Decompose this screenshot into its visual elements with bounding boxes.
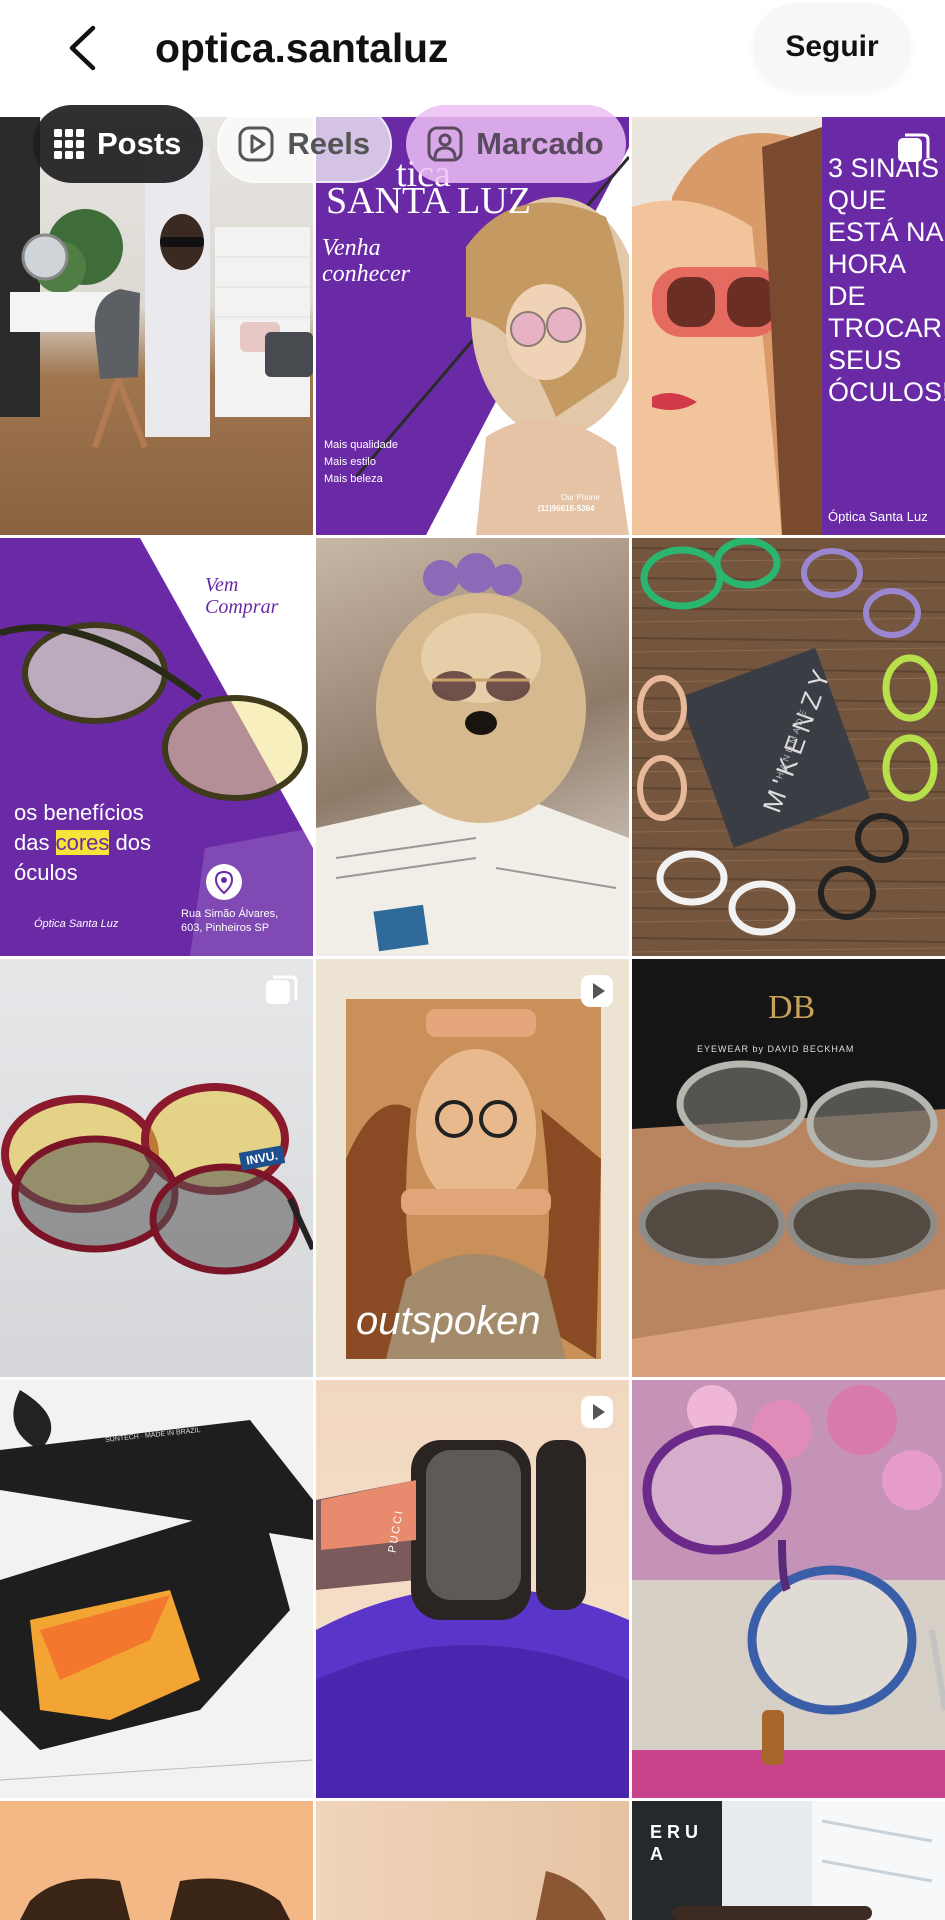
carousel-icon (266, 975, 298, 1004)
promo-phone: (11)96616-5364 (538, 504, 595, 513)
eye-chart-letters: E R U A (650, 1822, 699, 1864)
post-address: Rua Simão Álvares, (181, 908, 279, 920)
tab-reels[interactable]: Reels (217, 105, 393, 183)
follow-button[interactable]: Seguir (753, 3, 911, 91)
tab-tagged[interactable]: Marcado (406, 105, 626, 183)
product-photo (536, 1871, 606, 1920)
profile-header: optica.santaluz Seguir (0, 0, 945, 117)
post-address: 603, Pinheiros SP (181, 922, 270, 934)
location-pin-icon (206, 864, 242, 900)
post-brand: EYEWEAR by DAVID BECKHAM (697, 1044, 855, 1054)
tab-label: Posts (97, 126, 182, 161)
reel-play-icon (581, 1396, 613, 1428)
post-thumbnail[interactable]: M'KENZY HANDMADE (632, 538, 945, 956)
posts-grid: tica SANTA LUZ Venha conhecer Mais quali… (0, 117, 945, 1920)
chevron-left-icon (69, 25, 96, 71)
promo-bullet: Mais estilo (324, 456, 376, 468)
sunglasses-photo (0, 1390, 313, 1781)
promo-bullet: Mais beleza (324, 473, 383, 485)
post-thumbnail[interactable]: SUNTECH · MADE IN BRAZIL (0, 1380, 313, 1798)
profile-username: optica.santaluz (155, 25, 449, 71)
post-thumbnail[interactable]: Vem Comprar os benefícios das cores dos … (0, 538, 313, 956)
tagged-person-icon (427, 126, 463, 162)
brand-logo: DB (768, 989, 816, 1026)
grid-icon (54, 129, 84, 159)
sunglasses-case-photo (316, 1440, 629, 1798)
back-button[interactable] (58, 20, 106, 76)
post-text-highlight: cores (55, 830, 110, 855)
promo-script: Venha conhecer (322, 235, 410, 287)
glasses-photo (1, 1083, 313, 1275)
post-brand: Óptica Santa Luz (828, 509, 928, 524)
post-text: os benefícios (14, 800, 144, 825)
dog-photo (316, 553, 629, 956)
promo-phone-label: Our Phone (561, 493, 600, 502)
post-text: das cores dos (14, 830, 151, 856)
reel-play-icon (581, 975, 613, 1007)
poster-script: outspoken (356, 1299, 541, 1343)
post-thumbnail[interactable]: outspoken (316, 959, 629, 1377)
post-brand: Óptica Santa Luz (34, 918, 119, 930)
post-script: Vem Comprar (205, 574, 279, 618)
post-thumbnail[interactable]: INVU. (0, 959, 313, 1377)
profile-content-tabs: Posts Reels Marcado (33, 105, 626, 183)
post-text: óculos (14, 860, 78, 885)
post-thumbnail[interactable]: DB EYEWEAR by DAVID BECKHAM (632, 959, 945, 1377)
promo-headline: SANTA LUZ (326, 180, 531, 222)
promo-bullet: Mais qualidade (324, 439, 398, 451)
post-thumbnail[interactable] (0, 1801, 313, 1920)
tab-label: Reels (287, 126, 371, 161)
tab-posts[interactable]: Posts (33, 105, 204, 183)
tab-label: Marcado (476, 126, 604, 161)
post-thumbnail[interactable]: PUCCI (316, 1380, 629, 1798)
glasses-flowers-photo (632, 1380, 945, 1798)
post-text-part: dos (109, 830, 151, 855)
post-thumbnail[interactable]: 3 SINAIS QUE ESTÁ NA HORA DE TROCAR SEUS… (632, 117, 945, 535)
post-thumbnail[interactable] (316, 1801, 629, 1920)
post-thumbnail[interactable]: E R U A (632, 1801, 945, 1920)
glasses-photo (20, 1878, 290, 1920)
reels-icon (238, 126, 274, 162)
post-thumbnail[interactable] (316, 538, 629, 956)
post-headline: 3 SINAIS QUE ESTÁ NA HORA DE TROCAR SEUS… (828, 153, 945, 407)
post-thumbnail[interactable] (632, 1380, 945, 1798)
post-text-part: das (14, 830, 56, 855)
